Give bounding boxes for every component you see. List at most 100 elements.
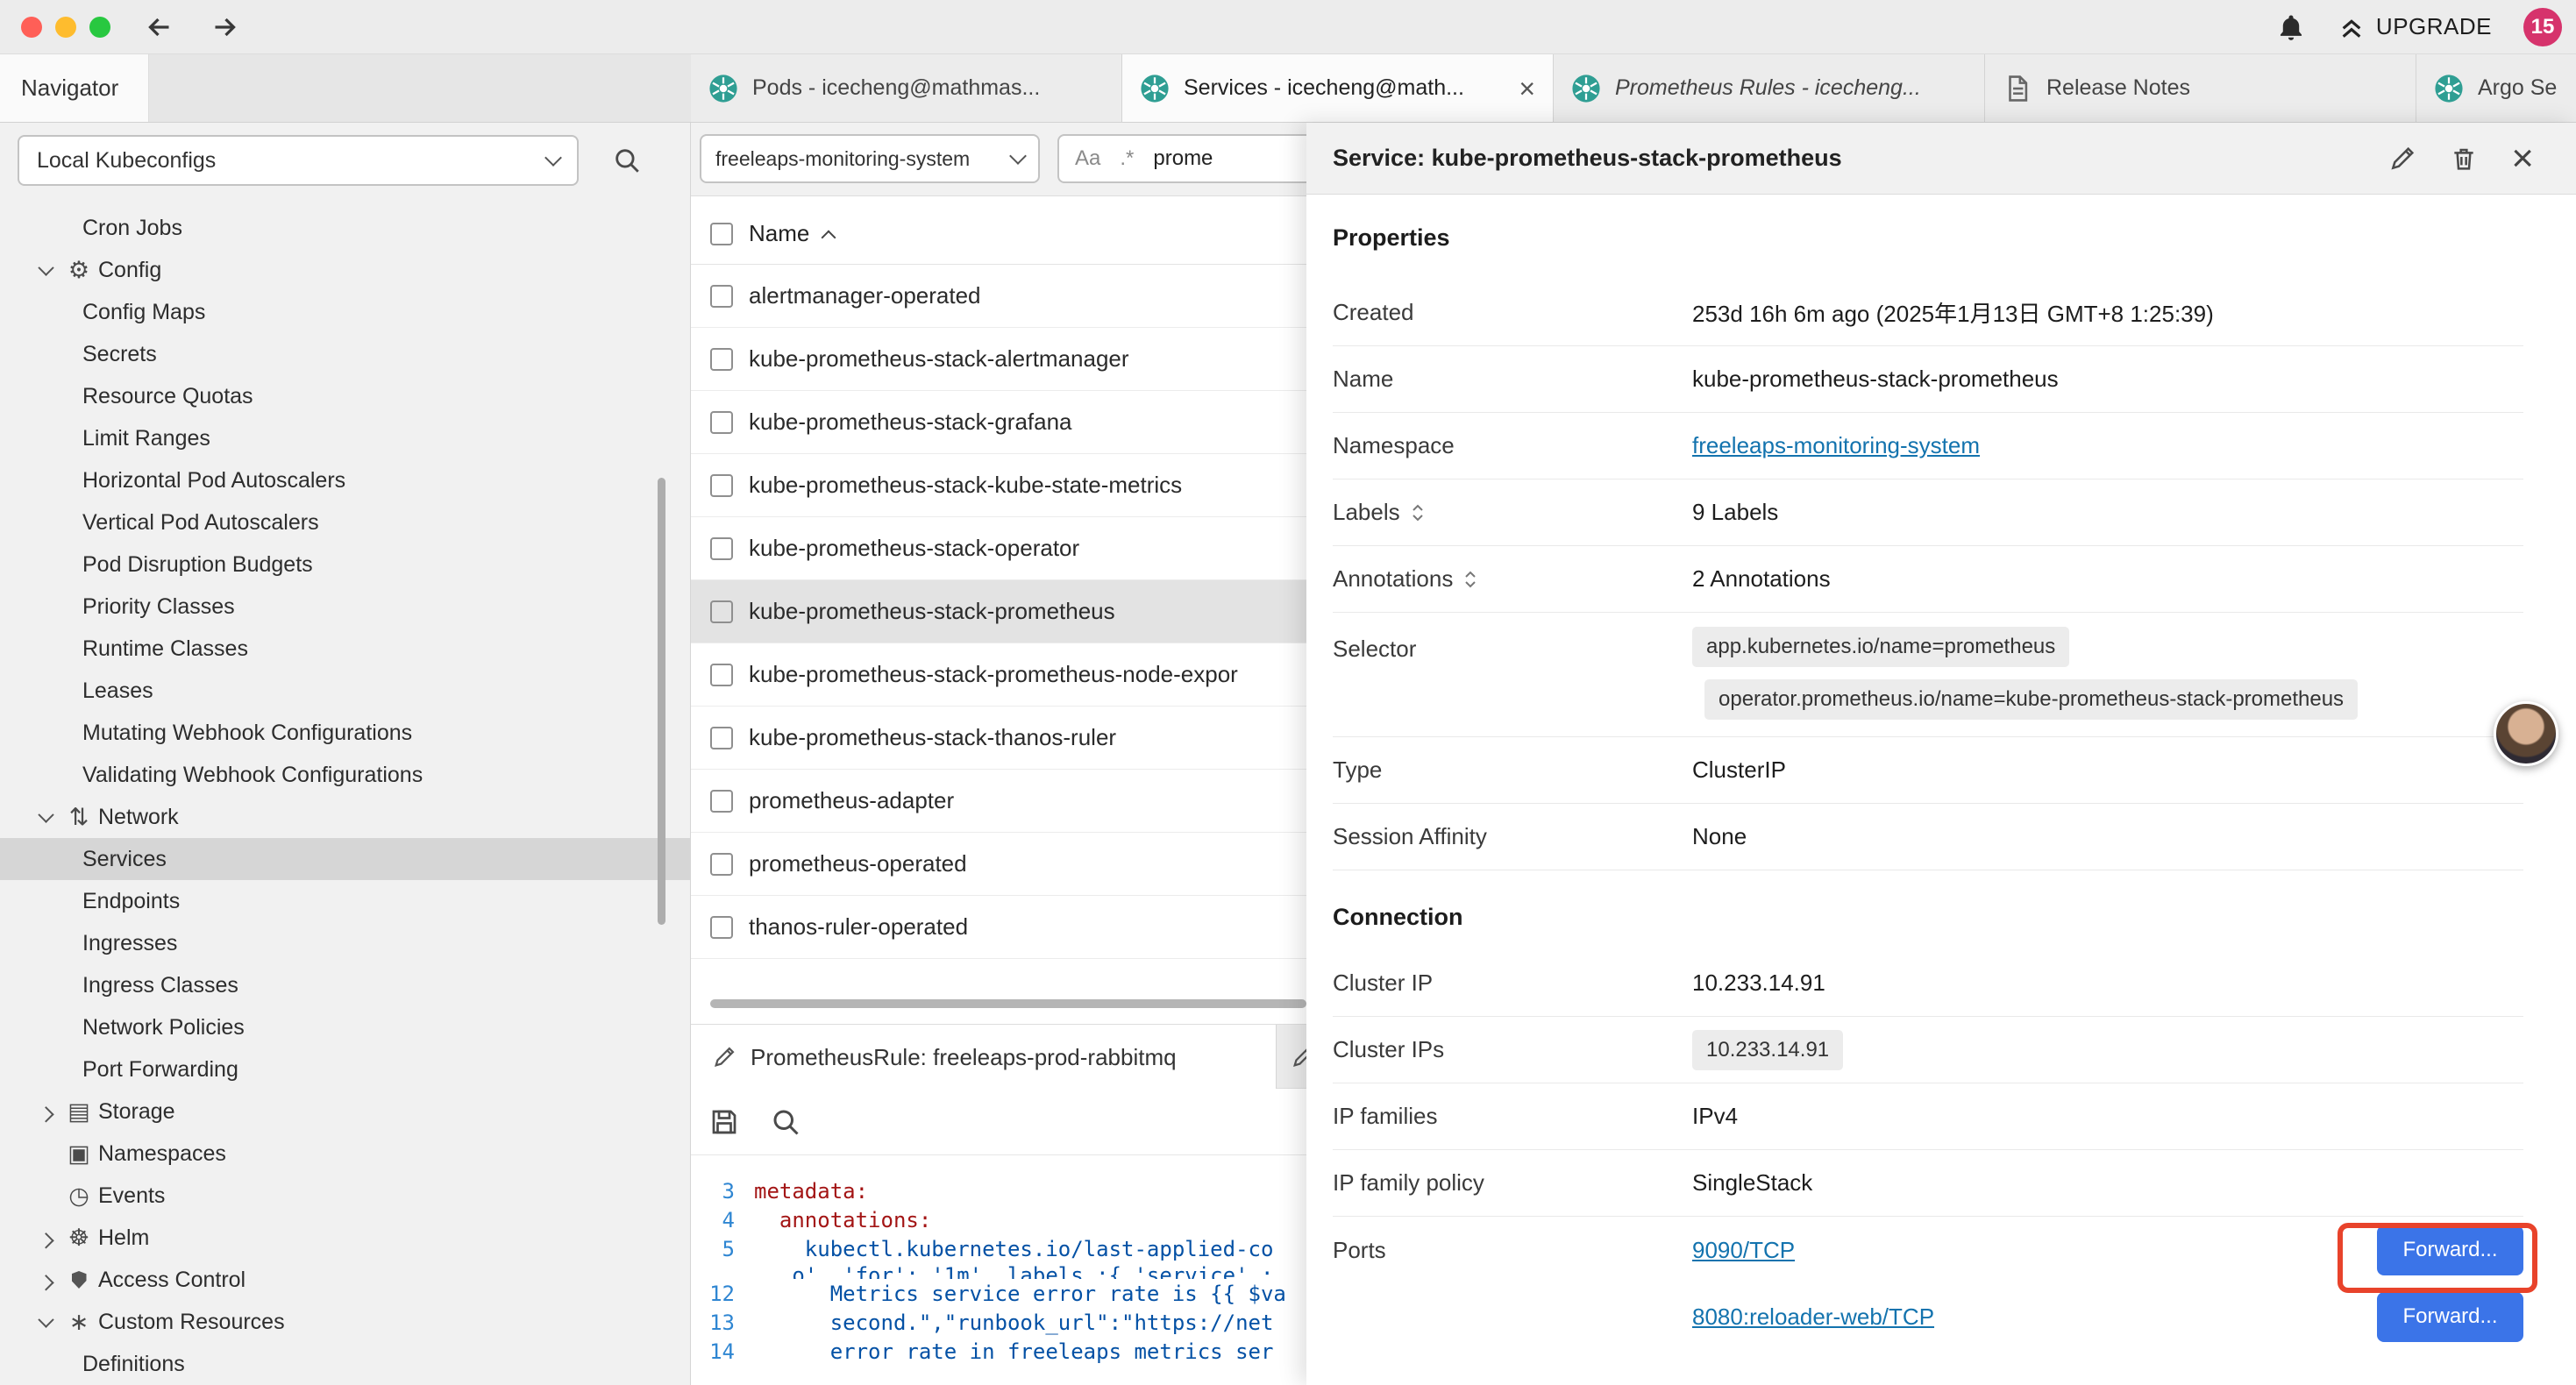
navigator-tab[interactable]: Navigator [0, 54, 149, 122]
chevron-icon[interactable] [30, 1090, 61, 1133]
sidebar-item[interactable]: Validating Webhook Configurations [0, 754, 690, 796]
chevron-icon[interactable] [30, 796, 61, 838]
property-label: Created [1333, 299, 1692, 326]
chevron-icon[interactable] [30, 1259, 61, 1301]
name-column-header[interactable]: Name [749, 220, 809, 247]
row-checkbox[interactable] [710, 853, 733, 876]
sidebar-item[interactable]: ◷ Events [0, 1175, 690, 1217]
chevron-icon[interactable] [30, 1217, 61, 1259]
sidebar-item[interactable]: Port Forwarding [0, 1048, 690, 1090]
avatar[interactable] [2494, 701, 2558, 766]
sidebar-item[interactable]: Pod Disruption Budgets [0, 543, 690, 586]
sidebar-item-label: Access Control [98, 1268, 246, 1293]
drawer-title: Service: kube-prometheus-stack-prometheu… [1333, 145, 1842, 172]
horizontal-scrollbar[interactable] [710, 999, 1306, 1008]
row-checkbox[interactable] [710, 537, 733, 560]
sidebar-item[interactable]: Leases [0, 670, 690, 712]
row-checkbox[interactable] [710, 916, 733, 939]
sidebar-scrollbar[interactable] [658, 478, 665, 925]
sidebar-item[interactable]: Horizontal Pod Autoscalers [0, 459, 690, 501]
chevron-icon[interactable] [30, 1175, 61, 1217]
chevron-icon[interactable] [30, 1301, 61, 1343]
sidebar-item[interactable]: ▣ Namespaces [0, 1133, 690, 1175]
maximize-window-button[interactable] [89, 17, 110, 38]
sort-ascending-icon[interactable] [822, 230, 836, 245]
sidebar-item[interactable]: Resource Quotas [0, 375, 690, 417]
search-value: prome [1153, 146, 1213, 171]
port-link[interactable]: 8080:reloader-web/TCP [1692, 1303, 1934, 1331]
sidebar-item[interactable]: ⚙ Config [0, 249, 690, 291]
regex-toggle[interactable]: .* [1120, 146, 1134, 171]
property-row-annotations: Annotations 2 Annotations [1333, 546, 2523, 613]
match-case-toggle[interactable]: Aa [1075, 146, 1100, 171]
row-checkbox[interactable] [710, 664, 733, 686]
forward-button[interactable] [209, 11, 240, 43]
close-tab-icon[interactable]: × [1519, 75, 1535, 103]
sidebar-item[interactable]: Limit Ranges [0, 417, 690, 459]
editor-search-icon[interactable] [770, 1106, 801, 1138]
line-code: metadata: [754, 1179, 868, 1204]
minimize-window-button[interactable] [55, 17, 76, 38]
port-link[interactable]: 9090/TCP [1692, 1237, 1795, 1264]
sidebar-item[interactable]: ☸ Helm [0, 1217, 690, 1259]
row-checkbox[interactable] [710, 474, 733, 497]
expand-collapse-icon[interactable] [1463, 568, 1477, 591]
notification-count-badge[interactable]: 15 [2523, 8, 2562, 46]
sidebar-item[interactable]: Network Policies [0, 1006, 690, 1048]
editor-tab[interactable]: Prometheus Rules - icecheng... × [1554, 54, 1985, 122]
sidebar-item[interactable]: Ingress Classes [0, 964, 690, 1006]
sidebar-item[interactable]: Access Control [0, 1259, 690, 1301]
category-icon: ⚙ [61, 249, 96, 291]
namespace-link[interactable]: freeleaps-monitoring-system [1692, 432, 1980, 459]
sidebar-item[interactable]: Secrets [0, 333, 690, 375]
sidebar-item[interactable]: ∗ Custom Resources [0, 1301, 690, 1343]
drawer-actions: × [2388, 139, 2534, 178]
sidebar-search-icon[interactable] [612, 146, 642, 175]
kubernetes-icon [1571, 74, 1601, 103]
edit-icon[interactable] [2388, 145, 2416, 173]
sidebar-item[interactable]: Vertical Pod Autoscalers [0, 501, 690, 543]
close-drawer-icon[interactable]: × [2511, 139, 2534, 178]
editor-tab[interactable]: Pods - icecheng@mathmas... × [691, 54, 1122, 122]
expand-collapse-icon[interactable] [1411, 501, 1425, 524]
sidebar-item[interactable]: Services [0, 838, 690, 880]
dock-editor-tab[interactable]: PrometheusRule: freeleaps-prod-rabbitmq [691, 1025, 1277, 1090]
sidebar-item[interactable]: Definitions [0, 1343, 690, 1385]
sidebar-item[interactable]: Priority Classes [0, 586, 690, 628]
row-checkbox[interactable] [710, 411, 733, 434]
chevron-icon[interactable] [30, 249, 61, 291]
close-window-button[interactable] [21, 17, 42, 38]
sidebar-item[interactable]: ▤ Storage [0, 1090, 690, 1133]
editor-tab[interactable]: Argo Se × [2416, 54, 2576, 122]
sidebar-item[interactable]: Config Maps [0, 291, 690, 333]
namespace-select[interactable]: freeleaps-monitoring-system [700, 134, 1040, 183]
sidebar-item[interactable]: Cron Jobs [0, 207, 690, 249]
category-icon: ⇅ [61, 796, 96, 838]
sidebar-item[interactable]: ⇅ Network [0, 796, 690, 838]
dock-editor-tab-partial[interactable] [1285, 1025, 1308, 1090]
sidebar-item[interactable]: Runtime Classes [0, 628, 690, 670]
sidebar-item-label: Network Policies [82, 1015, 245, 1041]
chevron-icon[interactable] [30, 1133, 61, 1175]
property-value: 9 Labels [1692, 499, 1778, 526]
properties-heading: Properties [1333, 224, 2523, 252]
editor-tab[interactable]: Services - icecheng@math... × [1122, 54, 1554, 122]
row-checkbox[interactable] [710, 790, 733, 813]
save-icon[interactable] [708, 1106, 740, 1138]
row-checkbox[interactable] [710, 348, 733, 371]
row-checkbox[interactable] [710, 285, 733, 308]
sidebar-item[interactable]: Ingresses [0, 922, 690, 964]
select-all-checkbox[interactable] [710, 223, 733, 245]
sidebar-item-label: Services [82, 847, 167, 872]
sidebar-item[interactable]: Endpoints [0, 880, 690, 922]
row-checkbox[interactable] [710, 727, 733, 749]
notifications-bell-icon[interactable] [2276, 12, 2306, 42]
row-checkbox[interactable] [710, 600, 733, 623]
port-forward-button[interactable]: Forward... [2377, 1292, 2523, 1342]
back-button[interactable] [144, 11, 175, 43]
upgrade-button[interactable]: UPGRADE [2338, 13, 2492, 41]
editor-tab[interactable]: Release Notes × [1985, 54, 2416, 122]
kubeconfig-select[interactable]: Local Kubeconfigs [18, 135, 579, 186]
trash-icon[interactable] [2450, 145, 2478, 173]
sidebar-item[interactable]: Mutating Webhook Configurations [0, 712, 690, 754]
